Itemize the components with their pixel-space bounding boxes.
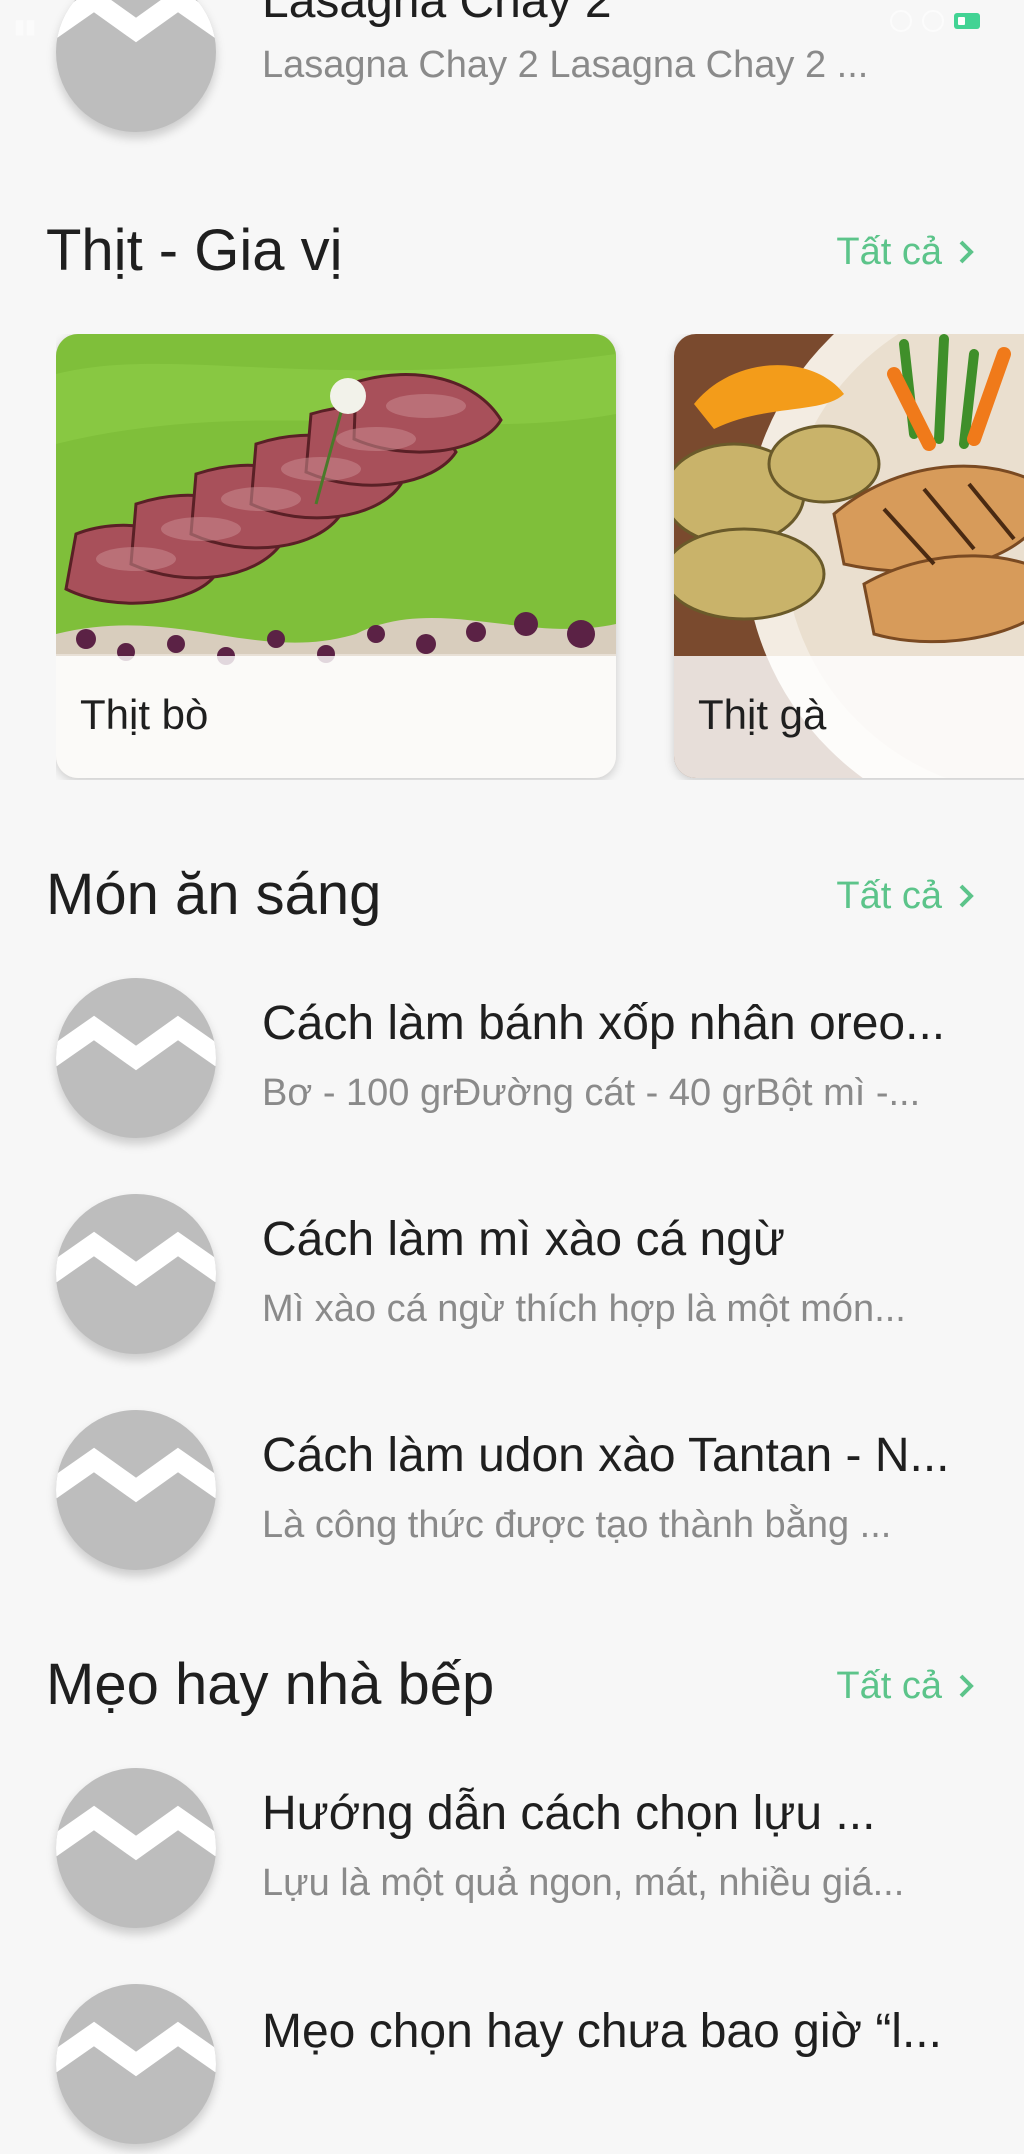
card-label: Thịt bò — [80, 691, 209, 738]
section-title: Mẹo hay nhà bếp — [46, 1652, 495, 1717]
image-placeholder-icon — [56, 1410, 216, 1570]
item-title: Mẹo chọn hay chưa bao giờ “l... — [262, 2005, 942, 2058]
see-all-link[interactable]: Tất cả — [836, 874, 976, 918]
card-label: Thịt gà — [698, 691, 827, 738]
item-title: Hướng dẫn cách chọn lựu ... — [262, 1787, 876, 1840]
chevron-right-icon — [959, 1674, 974, 1698]
item-subtitle: Mì xào cá ngừ thích hợp là một món... — [262, 1288, 906, 1330]
section-title: Thịt - Gia vị — [46, 218, 343, 283]
item-title: Cách làm udon xào Tantan - N... — [262, 1429, 950, 1482]
category-card-beef[interactable]: Thịt bò — [56, 334, 616, 778]
item-subtitle: Lựu là một quả ngon, mát, nhiều giá... — [262, 1862, 905, 1904]
item-title: Cách làm mì xào cá ngừ — [262, 1213, 786, 1266]
see-all-label: Tất cả — [836, 1665, 942, 1707]
item-subtitle: Bơ - 100 grĐường cát - 40 grBột mì -... — [262, 1072, 921, 1114]
item-subtitle: Lasagna Chay 2 Lasagna Chay 2 ... — [262, 44, 869, 86]
image-placeholder-icon — [56, 0, 216, 132]
list-item[interactable]: Hướng dẫn cách chọn lựu ... Lựu là một q… — [0, 1768, 1024, 1938]
list-item[interactable]: Cách làm mì xào cá ngừ Mì xào cá ngừ thí… — [0, 1194, 1024, 1364]
chevron-right-icon — [959, 884, 974, 908]
section-header-meat: Thịt - Gia vị Tất cả — [46, 216, 976, 286]
item-subtitle: Là công thức được tạo thành bằng ... — [262, 1504, 892, 1546]
see-all-label: Tất cả — [836, 231, 942, 273]
list-item[interactable]: Lasagna Chay 2 Lasagna Chay 2 Lasagna Ch… — [0, 0, 1024, 142]
list-item[interactable]: Cách làm bánh xốp nhân oreo... Bơ - 100 … — [0, 978, 1024, 1148]
image-placeholder-icon — [56, 1768, 216, 1928]
image-placeholder-icon — [56, 1194, 216, 1354]
category-carousel[interactable]: Thịt bò Thịt gà — [56, 334, 1024, 780]
list-item[interactable]: Cách làm udon xào Tantan - N... Là công … — [0, 1410, 1024, 1580]
image-placeholder-icon — [56, 978, 216, 1138]
section-header-kitchen-tips: Mẹo hay nhà bếp Tất cả — [46, 1650, 976, 1720]
item-title: Cách làm bánh xốp nhân oreo... — [262, 997, 946, 1050]
section-title: Món ăn sáng — [46, 862, 382, 927]
section-header-breakfast: Món ăn sáng Tất cả — [46, 860, 976, 930]
category-card-chicken[interactable]: Thịt gà — [674, 334, 1024, 778]
item-title: Lasagna Chay 2 — [262, 0, 612, 28]
image-placeholder-icon — [56, 1984, 216, 2144]
chevron-right-icon — [959, 240, 974, 264]
see-all-link[interactable]: Tất cả — [836, 1664, 976, 1708]
list-item[interactable]: Mẹo chọn hay chưa bao giờ “l... — [0, 1984, 1024, 2154]
see-all-label: Tất cả — [836, 875, 942, 917]
see-all-link[interactable]: Tất cả — [836, 230, 976, 274]
